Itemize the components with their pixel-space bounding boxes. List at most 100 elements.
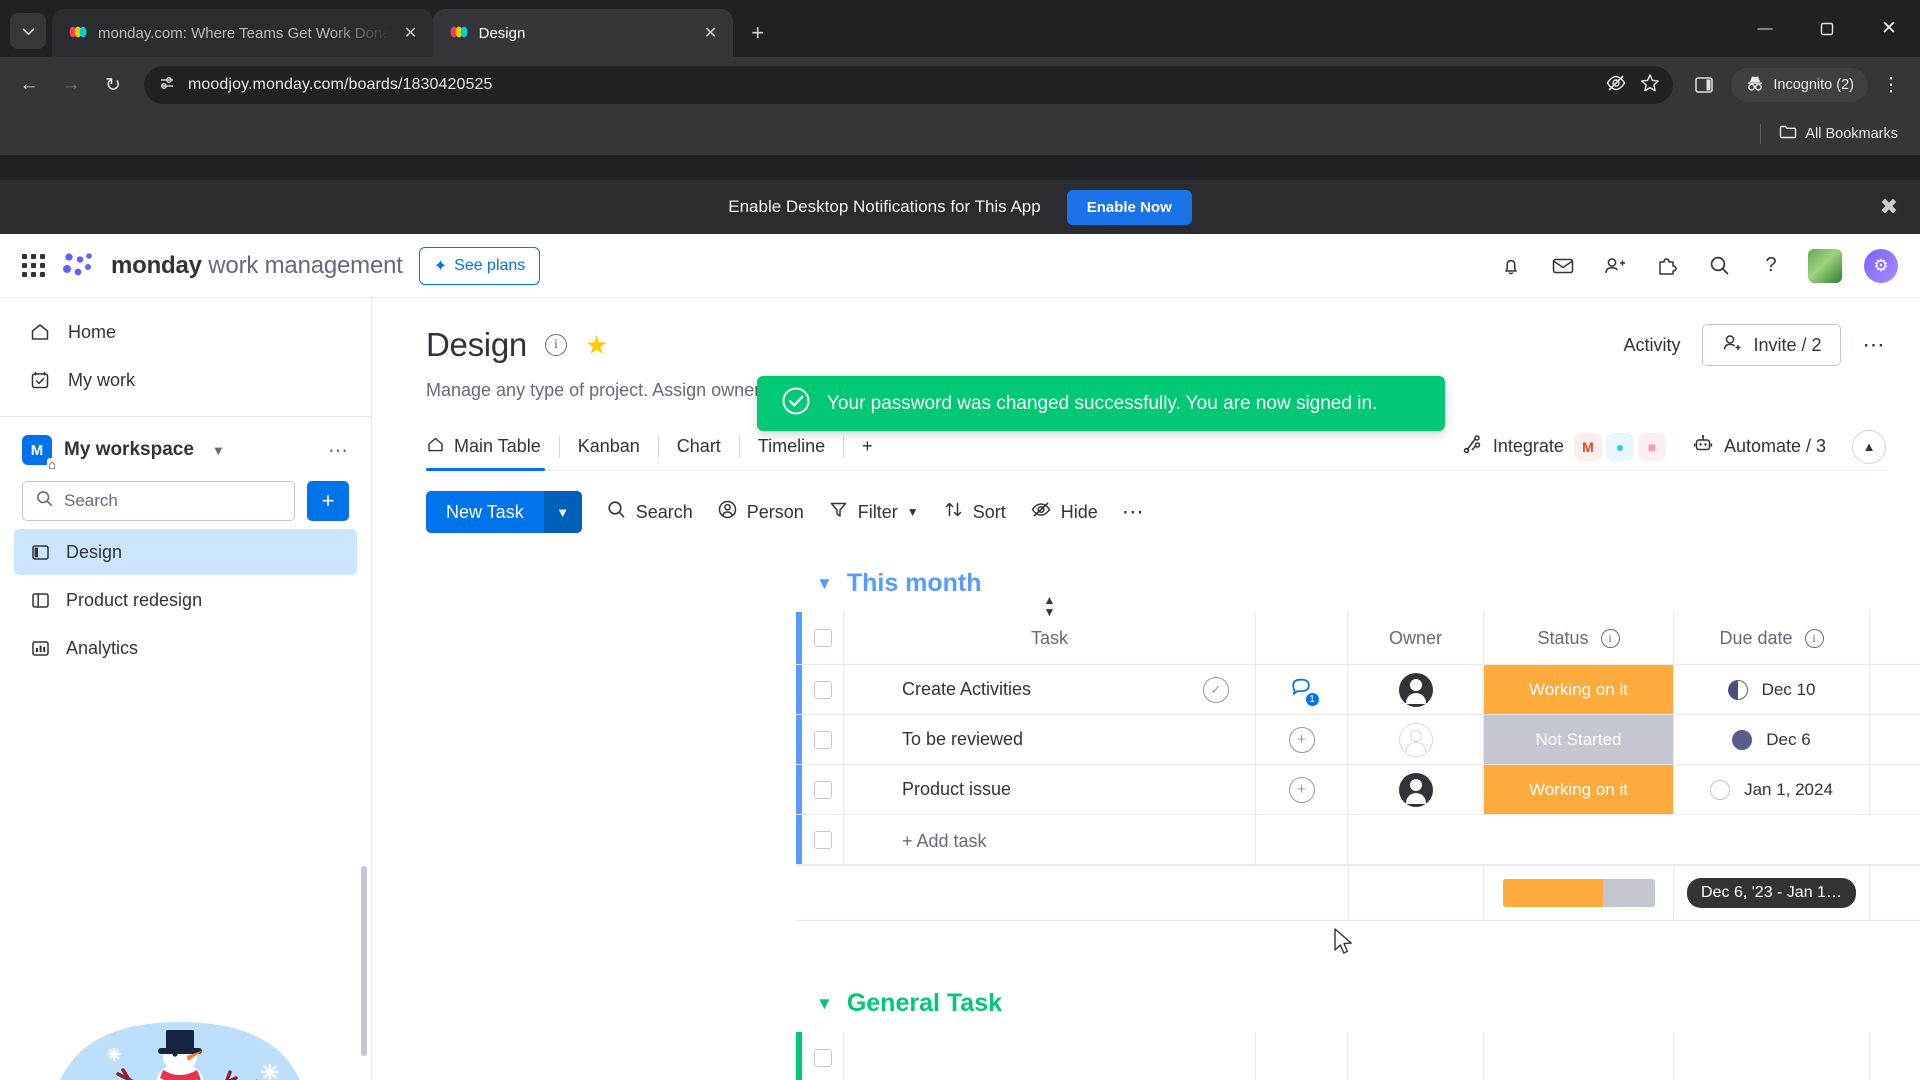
add-circle-icon[interactable]: + — [1288, 726, 1315, 753]
checkbox[interactable] — [813, 730, 832, 749]
minimize-icon[interactable]: — — [1734, 4, 1796, 54]
bookmark-star-icon[interactable] — [1639, 72, 1661, 99]
address-bar[interactable]: moodjoy.monday.com/boards/1830420525 — [144, 66, 1674, 104]
side-panel-icon[interactable] — [1685, 66, 1723, 104]
star-icon[interactable]: ★ — [585, 330, 608, 361]
info-icon[interactable]: i — [1804, 628, 1824, 648]
filter-button[interactable]: Filter ▼ — [828, 499, 919, 525]
close-window-icon[interactable]: ✕ — [1858, 4, 1920, 54]
updates-cell[interactable]: 1 — [1256, 665, 1348, 714]
checkbox[interactable] — [813, 830, 832, 849]
sidebar-board-analytics[interactable]: Analytics — [14, 625, 357, 671]
row-select-cell[interactable] — [802, 765, 844, 814]
workspace-selector[interactable]: M My workspace ▼ ⋯ — [0, 427, 371, 473]
browser-tab-2[interactable]: Design ✕ — [432, 9, 733, 57]
chevron-down-icon[interactable]: ▼ — [543, 491, 582, 533]
status-cell[interactable]: Working on it — [1484, 765, 1674, 814]
group-header-this-month[interactable]: ▼ This month — [816, 569, 1920, 598]
updates-cell[interactable]: + — [1256, 715, 1348, 764]
chevron-down-icon[interactable]: ▼ — [816, 994, 833, 1014]
back-icon[interactable]: ← — [10, 66, 48, 104]
browser-menu-icon[interactable]: ⋮ — [1872, 66, 1910, 104]
owner-cell[interactable] — [1348, 665, 1484, 714]
column-sort-handle[interactable]: ▲ ▼ — [1044, 594, 1056, 618]
reload-icon[interactable]: ↻ — [94, 66, 132, 104]
status-badge[interactable]: Working on it — [1484, 765, 1673, 814]
points-cell[interactable]: 0 — [1870, 715, 1920, 764]
owner-cell[interactable] — [1348, 765, 1484, 814]
group-header-general-task[interactable]: ▼ General Task — [816, 989, 1920, 1018]
column-header-owner[interactable]: Owner — [1348, 612, 1484, 664]
row-select-cell[interactable] — [802, 815, 844, 864]
due-date-cell[interactable]: Jan 1, 2024 — [1674, 765, 1870, 814]
checkbox[interactable] — [813, 1049, 832, 1067]
column-header-due-date[interactable]: Due date i — [1674, 612, 1870, 664]
search-input[interactable]: Search — [22, 481, 295, 521]
gear-icon[interactable]: ⚙ — [1864, 248, 1898, 283]
status-badge[interactable]: Not Started — [1484, 715, 1673, 764]
tab-main-table[interactable]: Main Table — [426, 424, 559, 471]
summary-points-cell[interactable]: 3 sum — [1870, 866, 1920, 920]
chat-bubble-icon[interactable]: 1 — [1290, 676, 1320, 707]
integrate-button[interactable]: Integrate M ● ■ — [1462, 432, 1666, 461]
close-circle-icon[interactable]: ✖ — [1876, 194, 1902, 220]
more-options-icon[interactable]: ⋯ — [1863, 332, 1887, 358]
select-all-cell[interactable] — [802, 1032, 844, 1080]
hide-button[interactable]: Hide — [1030, 499, 1098, 525]
avatar[interactable] — [1398, 672, 1433, 707]
close-icon[interactable]: ✕ — [701, 23, 721, 43]
apps-grid-icon[interactable] — [22, 254, 45, 277]
column-header-task[interactable] — [844, 1032, 1256, 1080]
checkbox[interactable] — [813, 680, 832, 699]
avatar[interactable] — [1808, 248, 1842, 283]
gmail-icon[interactable]: M — [1573, 432, 1602, 461]
sort-button[interactable]: Sort — [943, 499, 1006, 525]
updates-cell[interactable]: + — [1256, 765, 1348, 814]
all-bookmarks-button[interactable]: All Bookmarks — [1771, 120, 1906, 148]
status-badge[interactable]: Working on it — [1484, 665, 1673, 714]
add-task-row[interactable]: + Add task — [796, 815, 1920, 867]
task-name-cell[interactable]: Product issue — [844, 765, 1256, 814]
search-icon[interactable] — [1704, 251, 1734, 281]
status-cell[interactable]: Not Started — [1484, 715, 1674, 764]
column-header-points[interactable]: Points — [1870, 612, 1920, 664]
invite-member-icon[interactable] — [1600, 251, 1630, 281]
sidebar-scrollbar[interactable] — [361, 866, 367, 1056]
select-all-cell[interactable] — [802, 612, 844, 664]
forward-icon[interactable]: → — [52, 66, 90, 104]
info-icon[interactable]: i — [1600, 628, 1620, 648]
new-tab-button[interactable]: + — [741, 16, 775, 50]
sidebar-item-home[interactable]: Home — [14, 308, 357, 356]
more-options-icon[interactable]: ⋯ — [1122, 499, 1146, 525]
row-select-cell[interactable] — [802, 665, 844, 714]
task-name-cell[interactable]: To be reviewed — [844, 715, 1256, 764]
table-row[interactable]: Product issue + Working on it Jan 1, 202… — [796, 765, 1920, 815]
extensions-icon[interactable] — [1652, 251, 1682, 281]
tab-search-button[interactable] — [10, 13, 46, 49]
task-name-cell[interactable]: Create Activities ✓ — [844, 665, 1256, 714]
close-icon[interactable]: ✕ — [401, 23, 421, 43]
activity-button[interactable]: Activity — [1623, 335, 1680, 356]
column-header-status[interactable]: Status i — [1484, 612, 1674, 664]
slack-icon[interactable]: ● — [1605, 432, 1634, 461]
checkbox[interactable] — [813, 629, 832, 647]
add-board-button[interactable]: + — [307, 481, 349, 521]
monday-logo-icon[interactable] — [61, 252, 95, 280]
sidebar-board-product-redesign[interactable]: Product redesign — [14, 577, 357, 623]
invite-button[interactable]: Invite / 2 — [1702, 324, 1841, 366]
table-row[interactable]: Create Activities ✓ 1 Working on it Dec … — [796, 665, 1920, 715]
more-options-icon[interactable]: ⋯ — [328, 438, 349, 463]
info-icon[interactable]: i — [544, 334, 567, 356]
avatar-empty[interactable] — [1398, 722, 1433, 757]
points-cell[interactable]: 3 — [1870, 665, 1920, 714]
points-cell[interactable] — [1870, 765, 1920, 814]
summary-status-cell[interactable] — [1484, 866, 1674, 920]
enable-now-button[interactable]: Enable Now — [1066, 189, 1192, 225]
chevron-up-icon[interactable]: ▲ — [1852, 429, 1886, 464]
column-header-task[interactable]: ▲ ▼ Task — [844, 594, 1256, 664]
add-task-button[interactable]: + Add task — [844, 815, 1256, 867]
person-button[interactable]: Person — [717, 499, 804, 525]
owner-cell[interactable] — [1348, 715, 1484, 764]
site-settings-icon[interactable] — [158, 74, 176, 97]
see-plans-button[interactable]: ✦ See plans — [418, 246, 541, 285]
